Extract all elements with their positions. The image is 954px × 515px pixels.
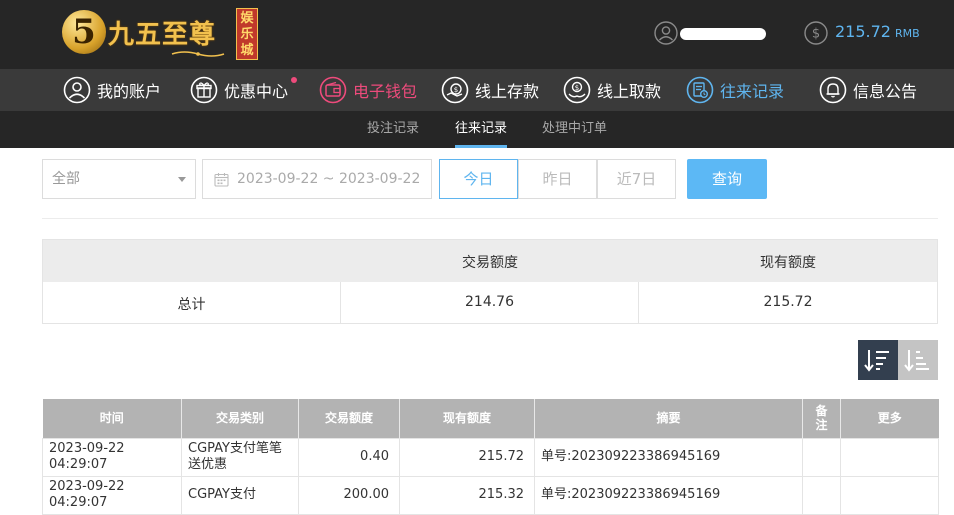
withdraw-icon: $ (563, 76, 591, 104)
calendar-icon (214, 173, 229, 187)
top-header: 5 九五至尊 娱乐城 $ 215.72 RMB (0, 0, 954, 69)
summary-amount-value: 214.76 (465, 294, 514, 310)
divider (42, 218, 938, 219)
balance-value: 215.72 (835, 22, 891, 41)
query-button[interactable]: 查询 (687, 159, 767, 199)
header-note: 备注 (802, 399, 841, 438)
balance-unit: RMB (894, 27, 920, 40)
cell-more[interactable] (840, 475, 939, 515)
summary-table: 交易额度 现有额度 总计 214.76 215.72 (42, 239, 938, 324)
logo-numeral: 5 (62, 10, 106, 54)
records-table: 时间 交易类别 交易额度 现有额度 摘要 备注 更多 2023-09-22 04… (42, 399, 939, 515)
header-summary: 摘要 (534, 399, 803, 438)
nav-item-announcements[interactable]: 信息公告 (819, 75, 917, 105)
header-more: 更多 (840, 399, 939, 438)
subnav-pending-orders[interactable]: 处理中订单 (542, 111, 607, 148)
header-category: 交易类别 (181, 399, 299, 438)
cell-note (802, 475, 841, 515)
logo-badge: 娱乐城 (236, 8, 258, 60)
table-row: 2023-09-22 04:29:07 CGPAY支付 200.00 215.3… (42, 475, 939, 515)
subnav-transaction-records[interactable]: 往来记录 (455, 111, 508, 148)
sort-descending-button[interactable] (858, 340, 898, 380)
logo-text: 九五至尊 (108, 20, 217, 50)
logo-flourish-icon (171, 51, 225, 57)
notification-dot (291, 77, 298, 83)
cell-balance: 215.32 (399, 475, 535, 515)
caret-down-icon (178, 177, 186, 182)
gift-icon (190, 76, 218, 104)
bell-icon (819, 76, 847, 104)
date-range-input[interactable]: 2023-09-22 ~ 2023-09-22 (202, 159, 432, 199)
cell-balance: 215.72 (399, 437, 535, 477)
date-range-value: 2023-09-22 ~ 2023-09-22 (237, 171, 421, 187)
subnav-bet-records[interactable]: 投注记录 (367, 111, 419, 148)
user-avatar-icon[interactable] (654, 21, 678, 45)
header-time: 时间 (42, 399, 182, 438)
records-icon (686, 76, 714, 104)
records-header-row: 时间 交易类别 交易额度 现有额度 摘要 备注 更多 (42, 399, 939, 438)
account-balance: 215.72 RMB (835, 22, 920, 44)
svg-text:$: $ (454, 86, 458, 94)
select-value: 全部 (52, 171, 80, 187)
cell-summary: 单号:20230922338694​5169 (534, 475, 803, 515)
cell-more[interactable] (840, 437, 939, 477)
cell-note (802, 437, 841, 477)
cell-category: CGPAY支付笔笔送优惠 (181, 437, 299, 477)
table-row: 2023-09-22 04:29:07 CGPAY支付笔笔送优惠 0.40 21… (42, 437, 939, 477)
cell-time: 2023-09-22 04:29:07 (42, 475, 182, 515)
username-redacted (680, 28, 766, 40)
svg-text:$: $ (575, 84, 579, 92)
main-nav: 我的账户 优惠中心 电子钱包 $ 线上存款 $ 线上取款 往来记录 信息公告 (0, 69, 954, 111)
header-balance: 现有额度 (399, 399, 535, 438)
cell-amount: 0.40 (298, 437, 400, 477)
nav-item-online-withdraw[interactable]: $ 线上取款 (563, 75, 661, 105)
nav-item-transaction-records[interactable]: 往来记录 (686, 75, 784, 105)
quick-last-7-days-button[interactable]: 近7日 (597, 159, 676, 199)
deposit-icon: $ (441, 76, 469, 104)
dollar-icon: $ (804, 21, 828, 45)
cell-amount: 200.00 (298, 475, 400, 515)
sub-nav: 投注记录 往来记录 处理中订单 (0, 111, 954, 148)
quick-yesterday-button[interactable]: 昨日 (518, 159, 597, 199)
summary-row-label: 总计 (177, 297, 206, 313)
cell-category: CGPAY支付 (181, 475, 299, 515)
nav-label: 电子钱包 (353, 82, 418, 101)
nav-item-online-deposit[interactable]: $ 线上存款 (441, 75, 539, 105)
transaction-type-select[interactable]: 全部 (42, 159, 196, 199)
summary-header-balance: 现有额度 (760, 255, 816, 271)
nav-label: 线上存款 (475, 82, 540, 101)
cell-time: 2023-09-22 04:29:07 (42, 437, 182, 477)
nav-label: 优惠中心 (224, 82, 289, 101)
nav-label: 线上取款 (597, 82, 662, 101)
sort-ascending-icon (898, 340, 938, 380)
svg-text:$: $ (812, 27, 820, 42)
header-amount: 交易额度 (298, 399, 400, 438)
nav-label: 我的账户 (97, 82, 162, 101)
nav-item-promotions[interactable]: 优惠中心 (190, 75, 298, 105)
summary-header-amount: 交易额度 (462, 255, 518, 271)
wallet-icon (319, 76, 347, 104)
sort-ascending-button[interactable] (898, 340, 938, 380)
quick-today-button[interactable]: 今日 (439, 159, 518, 199)
nav-label: 往来记录 (720, 82, 785, 101)
sort-descending-icon (858, 340, 898, 380)
nav-item-e-wallet[interactable]: 电子钱包 (319, 75, 417, 105)
nav-label: 信息公告 (853, 82, 918, 101)
brand-logo[interactable]: 5 九五至尊 娱乐城 (62, 6, 272, 62)
nav-item-my-account[interactable]: 我的账户 (63, 75, 161, 105)
summary-balance-value: 215.72 (763, 294, 813, 310)
user-circle-icon (63, 76, 91, 104)
cell-summary: 单号:20230922338694​5169 (534, 437, 803, 477)
